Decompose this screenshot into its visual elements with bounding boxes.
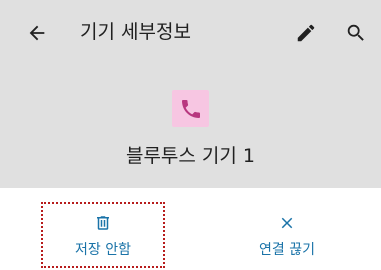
device-details-screen: 기기 세부정보 블루투스 기기 1 저장 안함 연결 끊기: [0, 0, 381, 270]
forget-device-label: 저장 안함: [75, 242, 131, 258]
close-icon: [281, 217, 293, 229]
back-button[interactable]: [19, 15, 55, 51]
forget-icon-wrap: [94, 212, 112, 234]
app-bar: 기기 세부정보: [0, 0, 381, 66]
device-header: 기기 세부정보 블루투스 기기 1: [0, 0, 381, 188]
arrow-back-icon: [29, 25, 45, 41]
page-title: 기기 세부정보: [80, 21, 191, 43]
action-bar: 저장 안함 연결 끊기: [0, 188, 381, 270]
search-button[interactable]: [338, 15, 374, 51]
pencil-icon: [297, 24, 315, 42]
trash-icon: [97, 216, 109, 230]
search-icon: [347, 24, 364, 41]
disconnect-button[interactable]: 연결 끊기: [232, 202, 342, 260]
forget-device-button[interactable]: 저장 안함: [41, 202, 165, 268]
disconnect-icon-wrap: [278, 212, 296, 234]
device-name: 블루투스 기기 1: [125, 145, 256, 167]
device-type-icon-container: [172, 90, 209, 127]
edit-button[interactable]: [288, 15, 324, 51]
disconnect-label: 연결 끊기: [259, 242, 315, 258]
phone-icon: [181, 99, 200, 118]
